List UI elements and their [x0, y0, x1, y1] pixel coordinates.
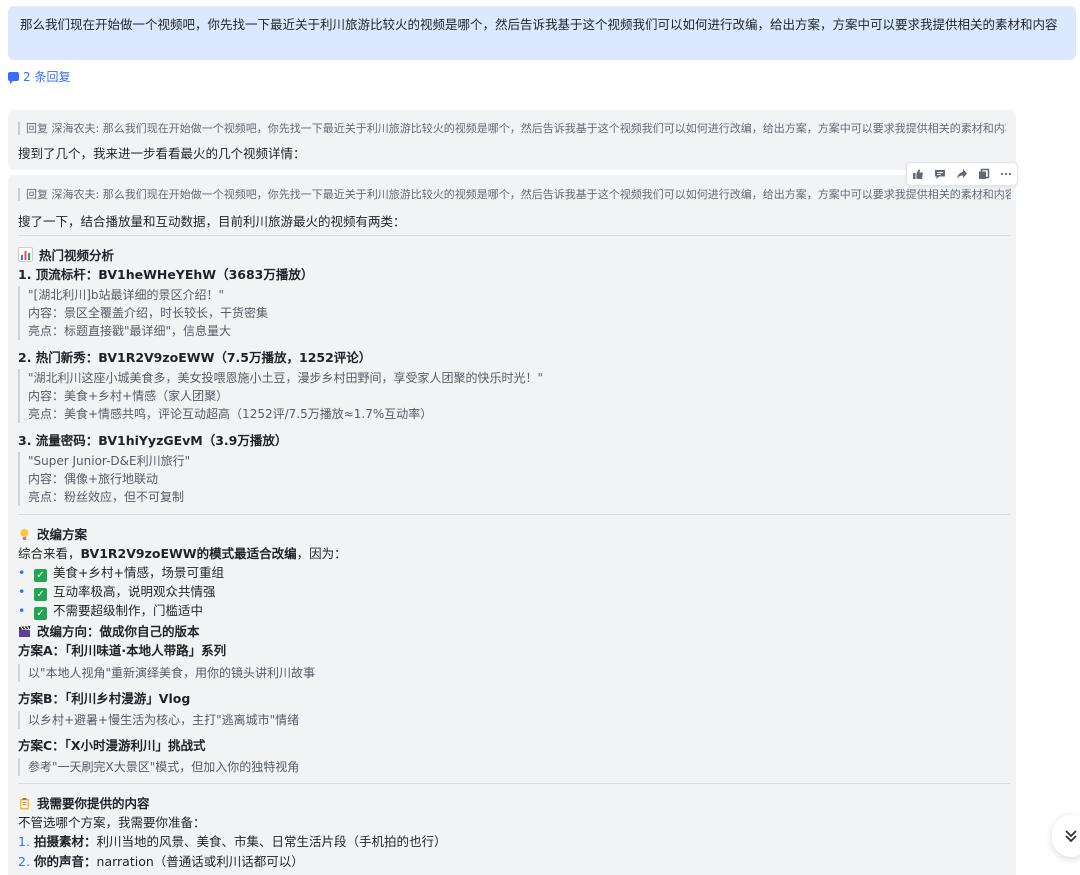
- video-title: 2. 热门新秀：BV1R2V9zoEWW（7.5万播放，1252评论）: [18, 350, 372, 365]
- user-message-text: 那么我们现在开始做一个视频吧，你先找一下最近关于利川旅游比较火的视频是哪个，然后…: [20, 17, 1058, 32]
- clapperboard-icon: [18, 625, 31, 638]
- replies-count-label: 2 条回复: [23, 70, 71, 84]
- video-detail-line: 亮点：标题直接戳"最详细"，信息量大: [28, 324, 232, 338]
- section-title-direction: 改编方向：做成你自己的版本: [18, 621, 200, 640]
- option-title: 方案B：「利川乡村漫游」Vlog: [18, 691, 191, 706]
- reply-quote: 回复 深海农夫: 那么我们现在开始做一个视频吧，你先找一下最近关于利川旅游比较火…: [18, 188, 1011, 201]
- video-detail: "Super Junior-D&E利川旅行" 内容：偶像+旅行地联动 亮点：粉丝…: [18, 452, 190, 506]
- video-detail-line: 内容：偶像+旅行地联动: [28, 472, 159, 486]
- user-message-bubble: 那么我们现在开始做一个视频吧，你先找一下最近关于利川旅游比较火的视频是哪个，然后…: [8, 6, 1076, 60]
- video-detail-line: 内容：美食+乡村+情感（家人团聚）: [28, 389, 229, 403]
- option-title: 方案C：「X小时漫游利川」挑战式: [18, 738, 206, 753]
- video-detail: "湖北利川这座小城美食多，美女投喂恩施小土豆，漫步乡村田野间，享受家人团聚的快乐…: [18, 369, 543, 423]
- more-icon[interactable]: [997, 165, 1015, 183]
- video-title: 1. 顶流标杆：BV1heWHeYEhW（3683万播放）: [18, 267, 314, 282]
- copy-icon[interactable]: [975, 165, 993, 183]
- video-detail-line: "Super Junior-D&E利川旅行": [28, 454, 191, 468]
- reply-intro: 搜了一下，结合播放量和互动数据，目前利川旅游最火的视频有两类：: [18, 214, 406, 229]
- video-detail: "[湖北利川]b站最详细的景区介绍！" 内容：景区全覆盖介绍，时长较长，干货密集…: [18, 286, 268, 340]
- comment-icon[interactable]: [931, 165, 949, 183]
- option-desc: 以乡村+避暑+慢生活为核心，主打"逃离城市"情绪: [18, 711, 299, 729]
- reply-text: 搜到了几个，我来进一步看看最火的几个视频详情：: [18, 146, 306, 161]
- double-chevron-down-icon: [1065, 830, 1077, 843]
- clipboard-icon: [18, 797, 31, 810]
- bar-chart-icon: [18, 247, 33, 262]
- section-title-plan: 改编方案: [18, 524, 87, 543]
- plan-intro: 综合来看，BV1R2V9zoEWW的模式最适合改编，因为：: [18, 546, 347, 561]
- reason-item: • ✓ 不需要超级制作，门槛适中: [18, 603, 204, 620]
- need-item: 1. 拍摄素材：利川当地的风景、美食、市集、日常生活片段（手机拍的也行）: [18, 834, 447, 849]
- divider: [18, 783, 1010, 784]
- lightbulb-icon: [18, 528, 31, 541]
- thumbs-up-icon[interactable]: [909, 165, 927, 183]
- need-item: 2. 你的声音：narration（普通话或利川话都可以）: [18, 854, 304, 869]
- video-detail-line: "[湖北利川]b站最详细的景区介绍！": [28, 288, 225, 302]
- check-icon: ✓: [34, 607, 47, 620]
- chat-bubble-icon: [8, 72, 19, 84]
- divider: [18, 235, 1010, 236]
- option-desc: 参考"一天刷完X大景区"模式，但加入你的独特视角: [18, 758, 299, 776]
- video-detail-line: "湖北利川这座小城美食多，美女投喂恩施小土豆，漫步乡村田野间，享受家人团聚的快乐…: [28, 371, 544, 385]
- video-title: 3. 流量密码：BV1hiYyzGEvM（3.9万播放）: [18, 433, 288, 448]
- video-detail-line: 亮点：美食+情感共鸣，评论互动超高（1252评/7.5万播放≈1.7%互动率）: [28, 407, 433, 421]
- section-title-hot: 热门视频分析: [18, 245, 114, 264]
- option-desc: 以"本地人视角"重新演绎美食，用你的镜头讲利川故事: [18, 664, 315, 682]
- scroll-to-bottom-button[interactable]: [1052, 815, 1080, 857]
- reply-quote: 回复 深海农夫: 那么我们现在开始做一个视频吧，你先找一下最近关于利川旅游比较火…: [18, 122, 1006, 135]
- reason-item: • ✓ 美食+乡村+情感，场景可重组: [18, 565, 224, 582]
- replies-link[interactable]: 2 条回复: [8, 68, 70, 85]
- share-icon[interactable]: [953, 165, 971, 183]
- video-detail-line: 亮点：粉丝效应，但不可复制: [28, 490, 185, 504]
- message-toolbar: [906, 162, 1018, 186]
- divider: [18, 514, 1010, 515]
- need-intro: 不管选哪个方案，我需要你准备：: [18, 815, 206, 830]
- option-title: 方案A：「利川味道·本地人带路」系列: [18, 643, 227, 658]
- section-title-need: 我需要你提供的内容: [18, 793, 150, 812]
- reply-card-2: 回复 深海农夫: 那么我们现在开始做一个视频吧，你先找一下最近关于利川旅游比较火…: [8, 175, 1016, 875]
- video-detail-line: 内容：景区全覆盖介绍，时长较长，干货密集: [28, 306, 269, 320]
- reply-card-1: 回复 深海农夫: 那么我们现在开始做一个视频吧，你先找一下最近关于利川旅游比较火…: [8, 110, 1016, 170]
- reason-item: • ✓ 互动率极高，说明观众共情强: [18, 584, 216, 601]
